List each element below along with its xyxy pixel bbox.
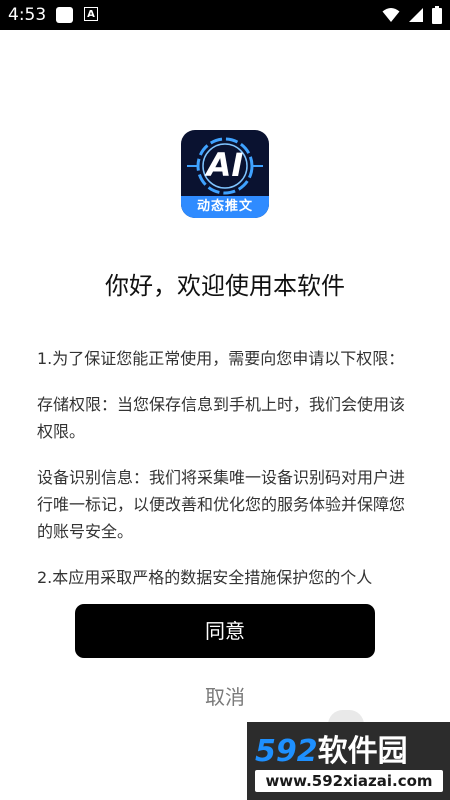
status-bar: 4:53 A — [0, 0, 450, 30]
notification-letter-icon: A — [84, 7, 98, 21]
status-icons — [382, 6, 442, 24]
agree-button[interactable]: 同意 — [75, 604, 375, 658]
status-time: 4:53 — [8, 5, 47, 25]
battery-icon — [432, 6, 442, 24]
notification-square-icon — [56, 7, 73, 23]
permission-paragraph-1: 1.为了保证您能正常使用，需要向您申请以下权限： — [37, 349, 405, 368]
permission-paragraph-device-id: 设备识别信息：我们将采集唯一设备识别码对用户进行唯一标记，以便改善和优化您的服务… — [37, 468, 406, 541]
wifi-icon — [382, 8, 400, 22]
permission-paragraph-2: 2.本应用采取严格的数据安全措施保护您的个人 — [37, 568, 373, 587]
permission-paragraph-storage: 存储权限：当您保存信息到手机上时，我们会使用该权限。 — [37, 395, 406, 441]
watermark-brand: 592软件园 — [255, 726, 408, 770]
signal-icon — [409, 8, 423, 22]
watermark-url: www.592xiazai.com — [255, 770, 443, 792]
welcome-title: 你好，欢迎使用本软件 — [105, 272, 345, 300]
app-screen: 4:53 A AI 动态推文 你好，欢迎使用本软件 1.为了保证您能正常使用，需… — [0, 0, 450, 800]
app-logo: AI 动态推文 — [181, 130, 269, 218]
cancel-button[interactable]: 取消 — [175, 680, 275, 714]
permissions-text[interactable]: 1.为了保证您能正常使用，需要向您申请以下权限： 存储权限：当您保存信息到手机上… — [37, 345, 415, 603]
watermark-brand-text: 软件园 — [317, 734, 408, 769]
logo-caption: 动态推文 — [181, 196, 269, 218]
watermark-logo: 592软件园 www.592xiazai.com — [247, 722, 450, 800]
watermark-brand-number: 592 — [255, 734, 318, 769]
logo-mark: AI — [206, 146, 244, 184]
